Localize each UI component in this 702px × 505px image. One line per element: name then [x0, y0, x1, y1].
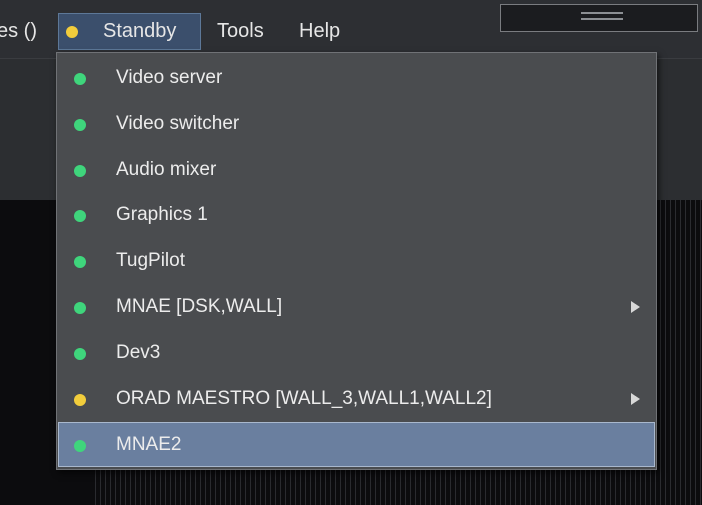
menubar: es () Standby Tools Help: [0, 0, 702, 58]
menu-item-orad-maestro[interactable]: ORAD MAESTRO [WALL_3,WALL1,WALL2]: [58, 376, 655, 421]
status-dot-icon: [74, 348, 86, 360]
status-dot-icon: [74, 210, 86, 222]
status-dot-icon: [74, 394, 86, 406]
menu-standby[interactable]: Standby: [58, 13, 201, 50]
menu-item-label: Video server: [116, 67, 223, 88]
timeline-ticks-bottom: [95, 468, 655, 505]
menu-item-audio-mixer[interactable]: Audio mixer: [58, 147, 655, 192]
menu-tools[interactable]: Tools: [217, 13, 264, 50]
menu-item-graphics-1[interactable]: Graphics 1: [58, 192, 655, 237]
menu-item-label: Dev3: [116, 342, 161, 363]
status-dot-icon: [74, 165, 86, 177]
menu-item-mnae2[interactable]: MNAE2: [58, 422, 655, 467]
menu-item-label: Video switcher: [116, 113, 240, 134]
status-dot-icon: [74, 73, 86, 85]
status-dot-icon: [74, 256, 86, 268]
menu-item-dev3[interactable]: Dev3: [58, 330, 655, 375]
menu-partial[interactable]: es (): [0, 13, 37, 50]
menu-standby-label: Standby: [103, 20, 177, 42]
submenu-arrow-icon: [631, 301, 640, 313]
status-dot-icon: [74, 119, 86, 131]
submenu-arrow-icon: [631, 393, 640, 405]
menu-item-label: ORAD MAESTRO [WALL_3,WALL1,WALL2]: [116, 388, 492, 409]
menu-item-label: MNAE2: [116, 434, 182, 455]
menu-item-tugpilot[interactable]: TugPilot: [58, 238, 655, 283]
menu-item-label: TugPilot: [116, 250, 185, 271]
menu-item-label: Audio mixer: [116, 159, 217, 180]
menu-item-mnae[interactable]: MNAE [DSK,WALL]: [58, 284, 655, 329]
timeline-ticks: [655, 200, 702, 505]
status-dot-icon: [74, 302, 86, 314]
standby-dropdown-menu: Video server Video switcher Audio mixer …: [56, 52, 657, 470]
standby-status-icon: [66, 26, 78, 38]
menu-item-video-switcher[interactable]: Video switcher: [58, 101, 655, 146]
menu-help[interactable]: Help: [299, 13, 340, 50]
menu-item-video-server[interactable]: Video server: [58, 55, 655, 100]
menu-item-label: Graphics 1: [116, 204, 208, 225]
status-dot-icon: [74, 440, 86, 452]
menu-item-label: MNAE [DSK,WALL]: [116, 296, 283, 317]
window-drag-handle[interactable]: [500, 4, 698, 32]
grip-icon: [581, 12, 623, 20]
